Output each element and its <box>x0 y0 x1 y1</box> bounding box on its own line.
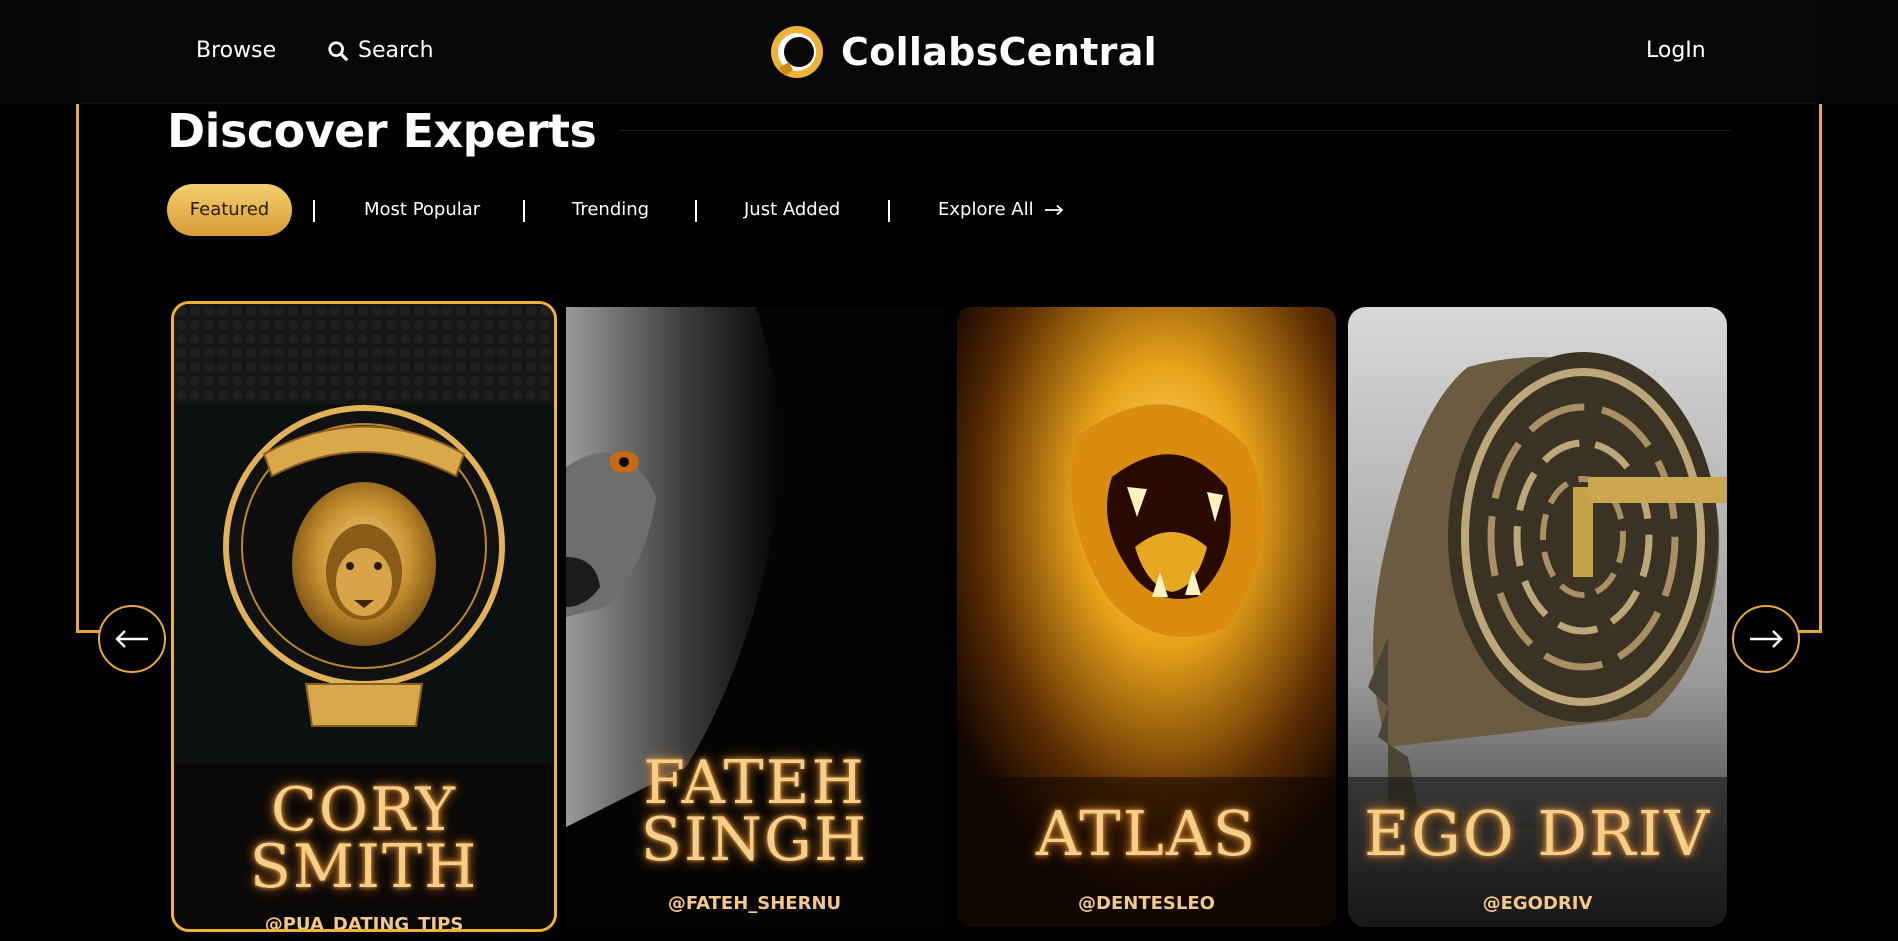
tab-explore-all-label: Explore All <box>938 199 1034 220</box>
arrow-left-icon <box>115 630 148 648</box>
expert-handle: @PUA_DATING_TIPS <box>264 914 464 932</box>
carousel-prev-button[interactable] <box>98 605 166 673</box>
expert-handle: @EGODRIV <box>1482 893 1593 914</box>
top-header: Browse Search CollabsCentral LogIn <box>0 0 1898 104</box>
expert-name-line: EGO DRIV <box>1364 797 1711 870</box>
tab-featured[interactable]: Featured <box>167 184 292 236</box>
expert-handle: @DENTESLEO <box>1078 893 1215 914</box>
expert-name-line: FATEH <box>643 748 866 818</box>
frame-line-right-foot <box>1797 630 1822 633</box>
page-title: Discover Experts <box>167 104 597 158</box>
expert-name: FATEH SINGH <box>566 748 943 875</box>
title-divider <box>620 130 1730 131</box>
expert-name: EGO DRIV <box>1348 797 1727 870</box>
expert-card[interactable]: CORY SMITH @PUA_DATING_TIPS <box>171 301 557 932</box>
expert-name-line: SINGH <box>640 805 869 875</box>
arrow-right-small-icon <box>1044 204 1063 216</box>
tab-separator <box>523 200 525 222</box>
tab-explore-all[interactable]: Explore All <box>938 184 1064 236</box>
tab-most-popular[interactable]: Most Popular <box>364 184 480 236</box>
expert-card[interactable]: EGO DRIV @EGODRIV <box>1348 307 1727 927</box>
tab-separator <box>888 200 890 222</box>
expert-handle: @FATEH_SHERNU <box>667 893 842 914</box>
nav-search-label: Search <box>358 38 434 63</box>
brand-logo-icon <box>771 26 823 78</box>
arrow-right-icon <box>1750 630 1783 648</box>
expert-name: ATLAS <box>957 797 1336 870</box>
tab-trending[interactable]: Trending <box>572 184 649 236</box>
expert-name-line: ATLAS <box>1035 797 1258 870</box>
nav-search-link[interactable]: Search <box>327 38 434 63</box>
tab-just-added[interactable]: Just Added <box>744 184 840 236</box>
search-icon <box>328 40 348 61</box>
expert-card[interactable]: FATEH SINGH @FATEH_SHERNU <box>566 307 943 927</box>
expert-name-line: CORY <box>270 775 458 845</box>
brand-logo[interactable]: CollabsCentral <box>767 22 1157 82</box>
tab-separator <box>313 200 315 222</box>
expert-name-line: SMITH <box>249 832 479 902</box>
tab-separator <box>695 200 697 222</box>
nav-browse-link[interactable]: Browse <box>196 38 276 63</box>
brand-name: CollabsCentral <box>841 30 1157 74</box>
login-link[interactable]: LogIn <box>1646 38 1706 63</box>
carousel-next-button[interactable] <box>1732 605 1800 673</box>
expert-card[interactable]: ATLAS @DENTESLEO <box>957 307 1336 927</box>
expert-name: CORY SMITH <box>174 775 554 902</box>
